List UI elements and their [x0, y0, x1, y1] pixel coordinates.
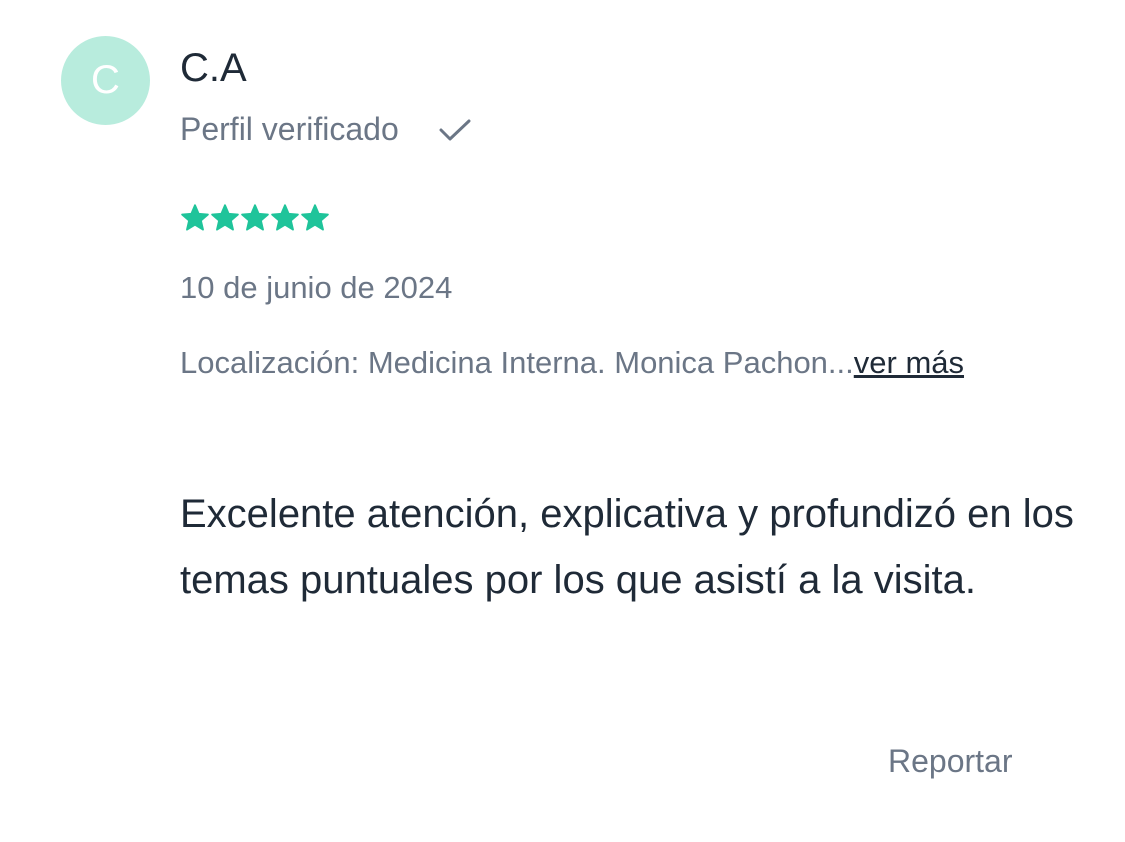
review-date: 10 de junio de 2024 [180, 270, 453, 305]
see-more-link[interactable]: ver más [854, 345, 964, 380]
star-icon [270, 203, 300, 233]
star-rating [180, 203, 330, 233]
verified-profile: Perfil verificado [180, 108, 473, 150]
verified-label: Perfil verificado [180, 111, 399, 147]
review-text: Excelente atención, explicativa y profun… [180, 492, 1074, 602]
avatar: C [61, 36, 150, 125]
check-icon [437, 111, 473, 147]
report-button[interactable]: Reportar [888, 740, 1013, 782]
star-icon [300, 203, 330, 233]
star-icon [240, 203, 270, 233]
star-icon [180, 203, 210, 233]
location-text: Localización: Medicina Interna. Monica P… [180, 345, 854, 380]
reviewer-name: C.A [180, 46, 247, 90]
review-location: Localización: Medicina Interna. Monica P… [180, 330, 1040, 396]
star-icon [210, 203, 240, 233]
